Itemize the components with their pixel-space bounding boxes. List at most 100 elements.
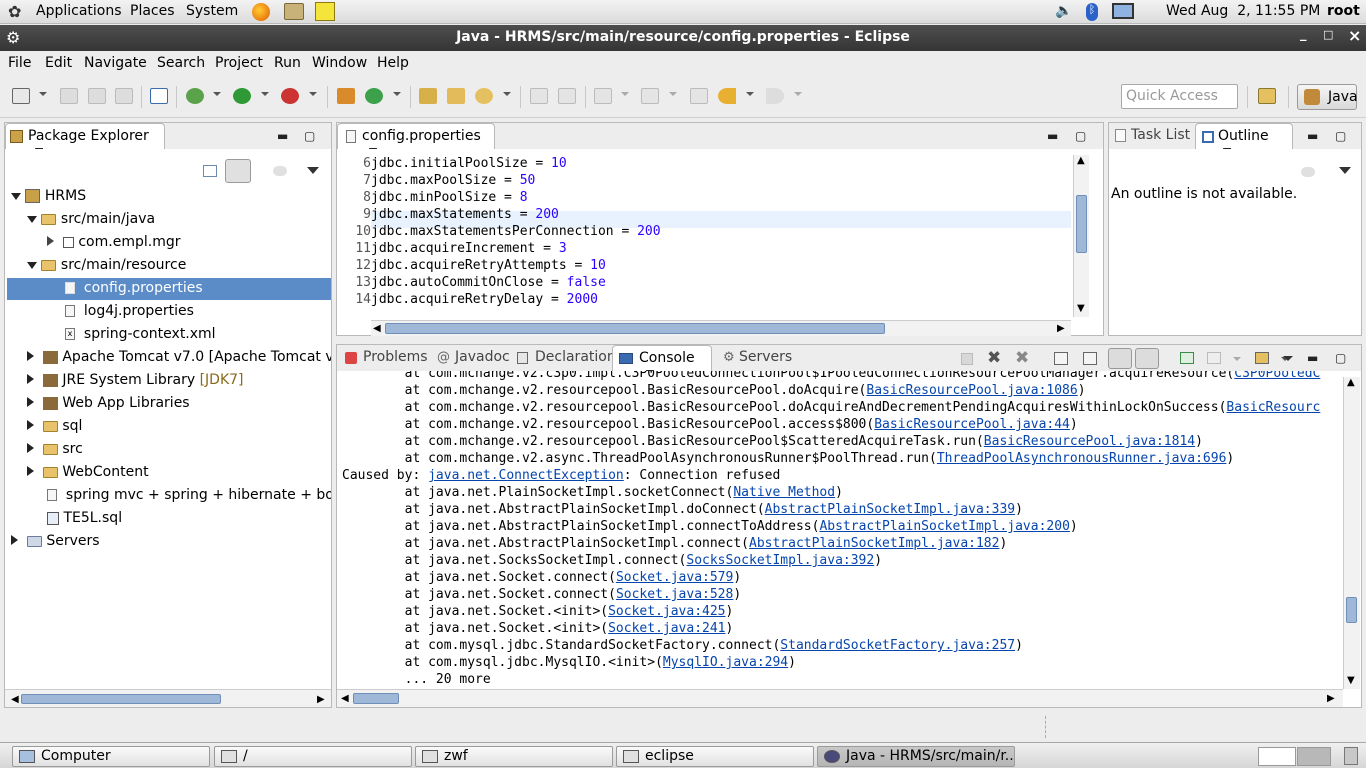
workspace-switcher-2[interactable]: [1297, 747, 1331, 766]
next-annotation-dropdown-icon[interactable]: [621, 92, 629, 96]
tree-item-spring-context-xml[interactable]: x spring-context.xml: [65, 326, 216, 342]
view-menu-icon[interactable]: [307, 167, 319, 174]
collapsed-triangle-icon[interactable]: [27, 397, 34, 407]
scroll-right-icon[interactable]: ▶: [1057, 323, 1065, 334]
hscroll-thumb[interactable]: [385, 323, 885, 334]
scroll-down-icon[interactable]: ▼: [1347, 675, 1355, 686]
text-editor-icon[interactable]: [315, 2, 335, 21]
stacktrace-link[interactable]: Socket.java:241: [608, 621, 725, 636]
stacktrace-link[interactable]: BasicResourc: [1226, 400, 1320, 415]
tree-item-jre-system-library[interactable]: JRE System Library [JDK7]: [27, 372, 244, 388]
tree-item-config-properties-selected[interactable]: config.properties: [7, 278, 331, 300]
editor-text-area[interactable]: 6jdbc.initialPoolSize = 10 7jdbc.maxPoolS…: [337, 149, 1103, 335]
scroll-down-icon[interactable]: ▼: [1077, 303, 1085, 314]
console-vscrollbar[interactable]: ▲ ▼: [1343, 377, 1360, 689]
close-button[interactable]: ×: [1348, 26, 1361, 45]
clock[interactable]: Wed Aug 2, 11:55 PM: [1166, 3, 1320, 19]
save-icon[interactable]: [60, 88, 78, 104]
new-icon[interactable]: [12, 88, 30, 104]
scroll-right-icon[interactable]: ▶: [1327, 693, 1335, 704]
stacktrace-link[interactable]: AbstractPlainSocketImpl.java:200: [819, 519, 1069, 534]
previous-annotation-dropdown-icon[interactable]: [669, 92, 677, 96]
next-annotation-icon[interactable]: [594, 88, 612, 104]
remove-all-terminated-icon[interactable]: ✖: [1015, 348, 1029, 368]
tab-declaration[interactable]: Declaration: [511, 345, 622, 371]
skip-breakpoints-icon[interactable]: [150, 88, 168, 104]
forward-arrow-icon[interactable]: [766, 88, 784, 104]
clear-console-icon[interactable]: [1054, 352, 1068, 365]
menu-navigate[interactable]: Navigate: [84, 55, 147, 71]
show-on-stdout-icon[interactable]: [1108, 348, 1132, 369]
stacktrace-link[interactable]: BasicResourcePool.java:44: [874, 417, 1070, 432]
applications-menu[interactable]: Applications: [36, 3, 122, 19]
stacktrace-link[interactable]: AbstractPlainSocketImpl.java:182: [749, 536, 999, 551]
stacktrace-link[interactable]: StandardSocketFactory.java:257: [780, 638, 1015, 653]
collapsed-triangle-icon[interactable]: [47, 236, 54, 246]
tree-item-servers[interactable]: Servers: [11, 533, 100, 549]
menu-help[interactable]: Help: [377, 55, 409, 71]
stacktrace-link[interactable]: java.net.ConnectException: [428, 468, 624, 483]
minimize-view-icon[interactable]: ▬: [277, 129, 288, 143]
volume-icon[interactable]: 🔈: [1055, 3, 1072, 19]
vscroll-thumb[interactable]: [1346, 597, 1357, 623]
debug-dropdown-icon[interactable]: [213, 92, 221, 96]
tab-console[interactable]: Console ⊠: [612, 345, 712, 381]
run-dropdown-icon[interactable]: [261, 92, 269, 96]
workspace-switcher-1[interactable]: [1258, 747, 1296, 766]
maximize-view-icon[interactable]: ▢: [1335, 129, 1346, 143]
save-all-icon[interactable]: [88, 88, 106, 104]
scroll-left-icon[interactable]: ◀: [373, 323, 381, 334]
stacktrace-link[interactable]: AbstractPlainSocketImpl.java:339: [765, 502, 1015, 517]
open-folder-icon[interactable]: [447, 88, 465, 104]
scroll-left-icon[interactable]: ◀: [341, 693, 349, 704]
menu-project[interactable]: Project: [215, 55, 263, 71]
collapsed-triangle-icon[interactable]: [27, 374, 34, 384]
show-whitespace-icon[interactable]: [558, 88, 576, 104]
collapsed-triangle-icon[interactable]: [27, 466, 34, 476]
trash-icon[interactable]: [1344, 747, 1358, 765]
quick-access-input[interactable]: Quick Access: [1121, 84, 1238, 109]
stacktrace-link[interactable]: Socket.java:579: [616, 570, 733, 585]
taskbar-eclipse-folder[interactable]: eclipse: [616, 746, 814, 767]
package-explorer-hscrollbar[interactable]: ◀ ▶: [5, 689, 331, 707]
system-menu[interactable]: System: [186, 3, 238, 19]
tree-item-spring-mvc-file[interactable]: spring mvc + spring + hibernate + boots: [47, 487, 331, 503]
scroll-up-icon[interactable]: ▲: [1077, 155, 1085, 166]
stacktrace-link[interactable]: BasicResourcePool.java:1814: [984, 434, 1195, 449]
maximize-view-icon[interactable]: ▢: [1335, 351, 1346, 365]
new-java-class-icon[interactable]: [365, 88, 383, 104]
tab-outline[interactable]: Outline ⊠: [1195, 123, 1293, 159]
stacktrace-link[interactable]: Socket.java:528: [616, 587, 733, 602]
tree-item-sql[interactable]: sql: [27, 418, 82, 434]
package-manager-icon[interactable]: [284, 3, 304, 20]
search-icon[interactable]: [475, 88, 493, 104]
focus-icon[interactable]: [1301, 167, 1315, 177]
tree-item-web-app-libraries[interactable]: Web App Libraries: [27, 395, 190, 411]
bluetooth-icon[interactable]: ᛒ: [1086, 3, 1098, 21]
display-console-dropdown-icon[interactable]: [1233, 357, 1241, 361]
stacktrace-link[interactable]: MysqlIO.java:294: [663, 655, 788, 670]
user-name[interactable]: root: [1327, 3, 1360, 19]
tab-servers[interactable]: ⚙ Servers: [717, 345, 798, 371]
tree-item-src[interactable]: src: [27, 441, 83, 457]
tree-item-src-main-resource[interactable]: src/main/resource: [27, 257, 186, 273]
hscroll-thumb[interactable]: [353, 693, 399, 704]
tab-problems[interactable]: Problems: [339, 345, 434, 371]
network-icon[interactable]: [1112, 3, 1134, 19]
last-edit-location-icon[interactable]: [690, 88, 708, 104]
tree-item-log4j-properties[interactable]: log4j.properties: [65, 303, 194, 319]
stacktrace-link[interactable]: BasicResourcePool.java:1086: [866, 383, 1077, 398]
tree-item-hrms[interactable]: HRMS: [11, 188, 86, 204]
console-output[interactable]: at com.mchange.v2.c3p0.impl.C3P0PooledCo…: [337, 371, 1343, 689]
maximize-button[interactable]: □: [1323, 28, 1333, 41]
tree-item-com-empl-mgr[interactable]: com.empl.mgr: [47, 234, 180, 250]
menu-file[interactable]: File: [8, 55, 31, 71]
link-with-editor-icon[interactable]: [225, 159, 251, 183]
stacktrace-link[interactable]: ThreadPoolAsynchronousRunner.java:696: [937, 451, 1227, 466]
previous-annotation-icon[interactable]: [641, 88, 659, 104]
new-dropdown-icon[interactable]: [39, 92, 47, 96]
console-hscrollbar[interactable]: ◀ ▶: [337, 689, 1343, 707]
taskbar-eclipse-window[interactable]: Java - HRMS/src/main/r...: [817, 746, 1015, 767]
remove-launch-icon[interactable]: ✖: [987, 348, 1001, 368]
stacktrace-link[interactable]: Socket.java:425: [608, 604, 725, 619]
